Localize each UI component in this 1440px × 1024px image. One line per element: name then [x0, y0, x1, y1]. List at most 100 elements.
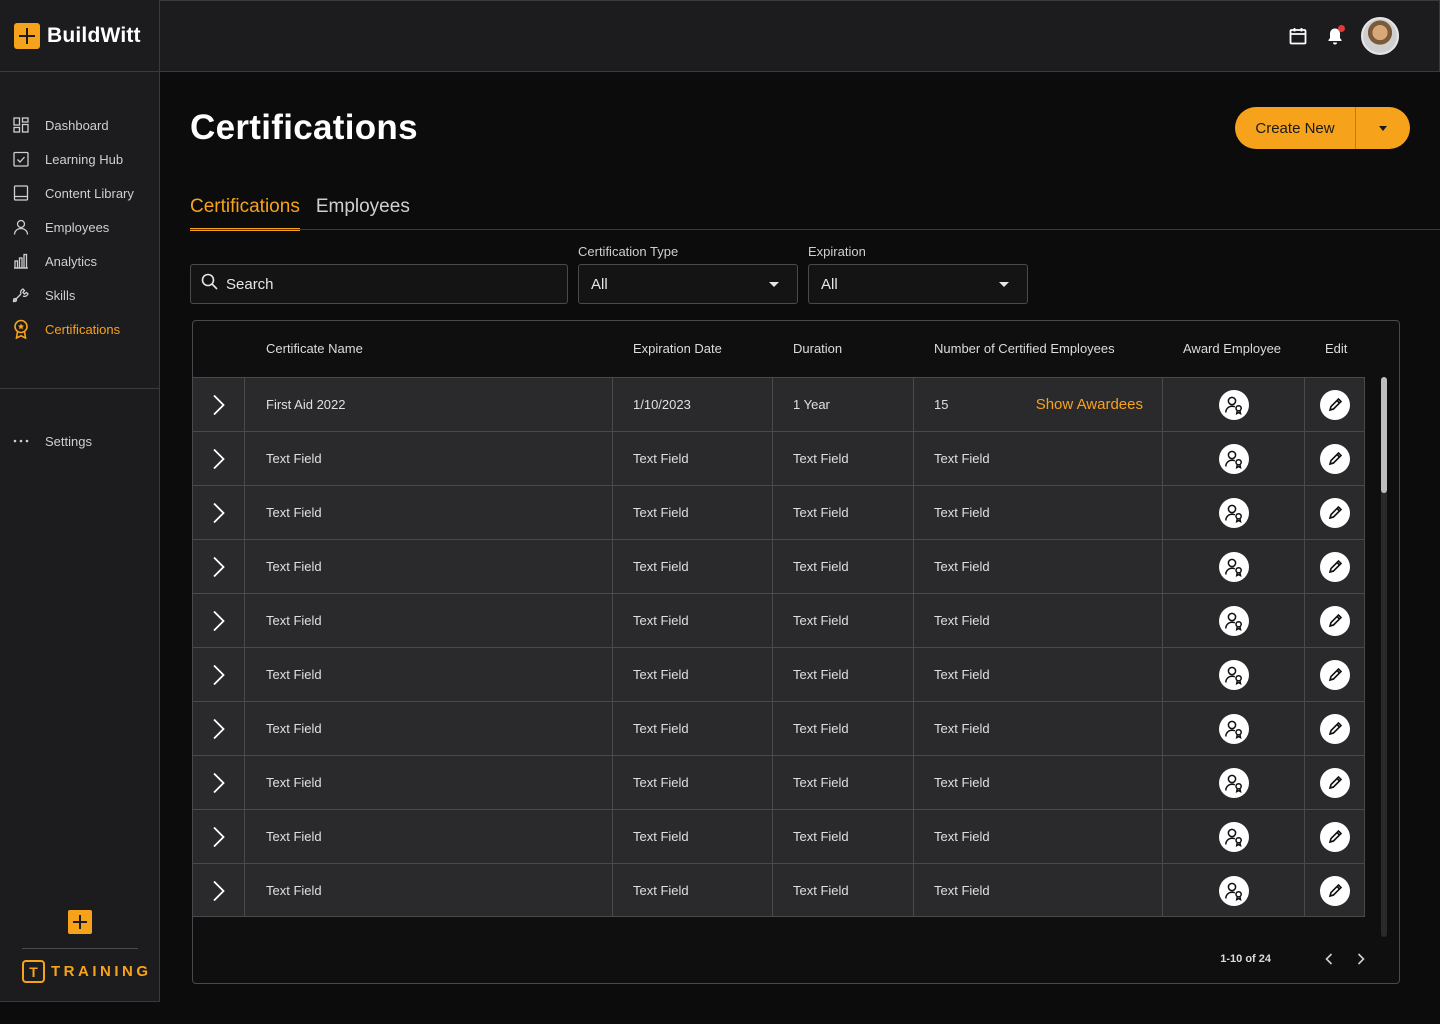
notification-bell-icon[interactable] — [1324, 25, 1346, 47]
header-expiration-date[interactable]: Expiration Date — [633, 341, 722, 356]
duration-value: Text Field — [793, 667, 849, 682]
edit-button[interactable] — [1319, 659, 1350, 690]
sidebar-item-learning-hub[interactable]: Learning Hub — [0, 142, 159, 176]
sidebar-item-label: Employees — [45, 219, 110, 235]
award-employee-button[interactable] — [1218, 767, 1249, 798]
buildwitt-logo-icon — [14, 22, 40, 49]
table-scrollbar[interactable] — [1381, 377, 1387, 937]
expiration-value: Text Field — [633, 667, 689, 682]
table-row[interactable]: Text Field Text Field Text Field Text Fi… — [193, 701, 1365, 755]
tab-employees[interactable]: Employees — [316, 192, 410, 231]
award-employee-button[interactable] — [1218, 551, 1249, 582]
award-user-icon — [1224, 558, 1242, 577]
sidebar-item-label: Content Library — [45, 185, 134, 201]
table-row[interactable]: Text Field Text Field Text Field Text Fi… — [193, 647, 1365, 701]
table-row[interactable]: Text Field Text Field Text Field Text Fi… — [193, 485, 1365, 539]
expand-row-button[interactable] — [193, 432, 245, 485]
sidebar-item-settings[interactable]: Settings — [0, 424, 160, 458]
expiration-value: Text Field — [633, 721, 689, 736]
cell-certificate-name: Text Field — [245, 648, 613, 701]
award-employee-button[interactable] — [1218, 713, 1249, 744]
expand-row-button[interactable] — [193, 702, 245, 755]
cell-award-employee — [1163, 810, 1305, 863]
table-row[interactable]: Text Field Text Field Text Field Text Fi… — [193, 431, 1365, 485]
expiration-value: Text Field — [633, 883, 689, 898]
sidebar-item-analytics[interactable]: Analytics — [0, 244, 159, 278]
sidebar-item-employees[interactable]: Employees — [0, 210, 159, 244]
sidebar-item-certifications[interactable]: Certifications — [0, 312, 159, 346]
table-row[interactable]: Text Field Text Field Text Field Text Fi… — [193, 755, 1365, 809]
brand[interactable]: BuildWitt — [0, 0, 159, 72]
avatar[interactable] — [1361, 17, 1399, 55]
cell-duration: Text Field — [773, 486, 914, 539]
edit-button[interactable] — [1319, 875, 1350, 906]
header-certificate-name[interactable]: Certificate Name — [266, 341, 363, 356]
expand-row-button[interactable] — [193, 648, 245, 701]
edit-button[interactable] — [1319, 713, 1350, 744]
search-input[interactable] — [226, 275, 546, 293]
tab-certifications[interactable]: Certifications — [190, 192, 300, 231]
award-employee-button[interactable] — [1218, 497, 1249, 528]
show-awardees-link[interactable]: Show Awardees — [1036, 396, 1143, 413]
table-row[interactable]: Text Field Text Field Text Field Text Fi… — [193, 593, 1365, 647]
header-duration[interactable]: Duration — [793, 341, 842, 356]
award-employee-button[interactable] — [1218, 443, 1249, 474]
cell-expiration-date: Text Field — [613, 486, 773, 539]
award-employee-button[interactable] — [1218, 389, 1249, 420]
table-row[interactable]: First Aid 2022 1/10/2023 1 Year 15 Show A… — [193, 377, 1365, 431]
expand-row-button[interactable] — [193, 756, 245, 809]
edit-button[interactable] — [1319, 551, 1350, 582]
scrollbar-thumb[interactable] — [1381, 377, 1387, 493]
sidebar-bottom-divider — [22, 948, 138, 949]
sidebar-item-content-library[interactable]: Content Library — [0, 176, 159, 210]
sidebar-item-label: Dashboard — [45, 117, 109, 133]
cell-edit — [1305, 702, 1365, 755]
search-box[interactable] — [190, 264, 568, 304]
expiration-value: All — [821, 275, 838, 293]
expand-row-button[interactable] — [193, 594, 245, 647]
pencil-icon — [1328, 451, 1342, 465]
header-number-certified[interactable]: Number of Certified Employees — [934, 341, 1115, 356]
create-new-label[interactable]: Create New — [1235, 107, 1356, 149]
table-row[interactable]: Text Field Text Field Text Field Text Fi… — [193, 863, 1365, 917]
sidebar-item-dashboard[interactable]: Dashboard — [0, 108, 159, 142]
book-icon — [12, 184, 30, 202]
chevron-right-icon[interactable] — [1353, 951, 1369, 967]
cell-edit — [1305, 810, 1365, 863]
cell-expiration-date: Text Field — [613, 432, 773, 485]
edit-button[interactable] — [1319, 497, 1350, 528]
create-new-button[interactable]: Create New — [1235, 107, 1410, 149]
award-employee-button[interactable] — [1218, 821, 1249, 852]
award-employee-button[interactable] — [1218, 659, 1249, 690]
table-row[interactable]: Text Field Text Field Text Field Text Fi… — [193, 539, 1365, 593]
sidebar-item-skills[interactable]: Skills — [0, 278, 159, 312]
award-employee-button[interactable] — [1218, 875, 1249, 906]
edit-button[interactable] — [1319, 767, 1350, 798]
edit-button[interactable] — [1319, 389, 1350, 420]
name-value: Text Field — [266, 559, 322, 574]
table-row[interactable]: Text Field Text Field Text Field Text Fi… — [193, 809, 1365, 863]
expand-row-button[interactable] — [193, 864, 245, 917]
cell-certificate-name: Text Field — [245, 864, 613, 917]
expand-row-button[interactable] — [193, 486, 245, 539]
cell-number-certified: 15 Show Awardees — [914, 378, 1163, 431]
edit-button[interactable] — [1319, 821, 1350, 852]
edit-button[interactable] — [1319, 443, 1350, 474]
chevron-left-icon[interactable] — [1321, 951, 1337, 967]
chevron-right-icon — [212, 664, 225, 685]
award-employee-button[interactable] — [1218, 605, 1249, 636]
header-edit: Edit — [1325, 341, 1348, 356]
create-dropdown-toggle[interactable] — [1356, 107, 1410, 149]
calendar-icon[interactable] — [1287, 25, 1309, 47]
pencil-icon — [1328, 559, 1342, 573]
number-value: 15 — [934, 397, 949, 412]
pencil-icon — [1328, 883, 1342, 897]
cert-type-select[interactable]: All — [578, 264, 798, 304]
edit-button[interactable] — [1319, 605, 1350, 636]
expand-row-button[interactable] — [193, 810, 245, 863]
more-dots-icon — [12, 432, 30, 450]
expand-row-button[interactable] — [193, 378, 245, 431]
expiration-select[interactable]: All — [808, 264, 1028, 304]
award-user-icon — [1224, 720, 1242, 739]
expand-row-button[interactable] — [193, 540, 245, 593]
